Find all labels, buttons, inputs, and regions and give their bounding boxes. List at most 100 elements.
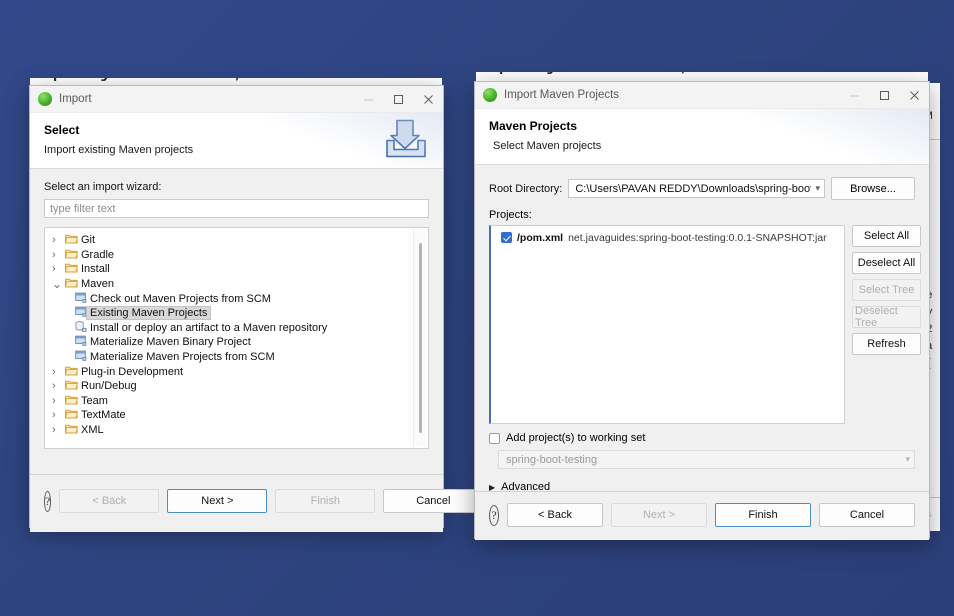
- banner-subtitle: Import existing Maven projects: [44, 144, 194, 156]
- finish-button[interactable]: Finish: [715, 503, 811, 527]
- tree-item-label: Existing Maven Projects: [85, 306, 212, 321]
- next-button[interactable]: Next >: [611, 503, 707, 527]
- working-set-combo[interactable]: spring-boot-testing ▾: [498, 450, 915, 469]
- root-directory-combo[interactable]: C:\Users\PAVAN REDDY\Downloads\spring-bo…: [568, 179, 825, 198]
- tree-item-label: Materialize Maven Projects from SCM: [90, 351, 275, 364]
- tree-item-label: Materialize Maven Binary Project: [90, 336, 251, 349]
- refresh-button[interactable]: Refresh: [852, 333, 921, 355]
- chevron-right-icon[interactable]: ›: [52, 380, 65, 392]
- maximize-icon[interactable]: [869, 82, 899, 108]
- cancel-button[interactable]: Cancel: [819, 503, 915, 527]
- back-button[interactable]: < Back: [59, 489, 160, 513]
- wizard-icon: [75, 306, 87, 320]
- root-directory-value: C:\Users\PAVAN REDDY\Downloads\spring-bo…: [575, 182, 812, 195]
- tree-item-category[interactable]: › Plug-in Development: [45, 364, 428, 379]
- deselect-tree-button[interactable]: Deselect Tree: [852, 305, 921, 329]
- deselect-all-button[interactable]: Deselect All: [852, 252, 921, 274]
- wizard-select-label: Select an import wizard:: [44, 181, 162, 193]
- tree-item-category[interactable]: ⌄ Maven: [45, 277, 428, 292]
- background-code-right: import java.util.List;: [480, 72, 689, 76]
- maven-dialog-title: Import Maven Projects: [504, 89, 620, 101]
- wizard-icon: [75, 335, 87, 349]
- tree-scrollbar[interactable]: [413, 229, 427, 447]
- root-directory-label: Root Directory:: [489, 182, 563, 195]
- tree-item-label: Gradle: [81, 248, 115, 261]
- working-set-value: spring-boot-testing: [506, 453, 598, 466]
- next-button[interactable]: Next >: [167, 489, 268, 513]
- chevron-down-icon: ▾: [905, 454, 910, 464]
- project-coordinates: net.javaguides:spring-boot-testing:0.0.1…: [568, 231, 827, 244]
- import-wizard-tree[interactable]: › Git › Gradle › Install ⌄ Maven Check out Maven…: [44, 227, 429, 449]
- filter-input[interactable]: type filter text: [44, 199, 429, 218]
- close-icon[interactable]: [899, 82, 929, 108]
- chevron-down-icon[interactable]: ⌄: [52, 278, 65, 290]
- maven-dialog-banner: Maven Projects Select Maven projects: [475, 109, 929, 165]
- tree-item-wizard[interactable]: Materialize Maven Projects from SCM: [45, 350, 428, 365]
- close-icon[interactable]: [413, 86, 443, 112]
- projects-list[interactable]: /pom.xml net.javaguides:spring-boot-test…: [489, 225, 845, 424]
- select-tree-button[interactable]: Select Tree: [852, 279, 921, 301]
- working-set-row[interactable]: Add project(s) to working set: [489, 432, 915, 444]
- tree-item-wizard[interactable]: Existing Maven Projects: [45, 306, 428, 321]
- desktop-background: import java.util.List; import java.util.…: [0, 0, 954, 616]
- tree-item-label: Install: [81, 263, 110, 276]
- projects-label: Projects:: [489, 209, 532, 221]
- chevron-right-icon[interactable]: ›: [52, 409, 65, 421]
- import-dialog-buttonbar: ? < Back Next > Finish Cancel: [30, 474, 484, 527]
- finish-button[interactable]: Finish: [275, 489, 376, 513]
- chevron-right-icon[interactable]: ›: [52, 366, 65, 378]
- folder-icon: [65, 394, 78, 408]
- eclipse-icon: [483, 88, 497, 102]
- tree-item-category[interactable]: › Gradle: [45, 248, 428, 263]
- banner-title: Maven Projects: [489, 119, 578, 133]
- tree-item-wizard[interactable]: Install or deploy an artifact to a Maven…: [45, 321, 428, 336]
- import-wizard-dialog: Import Select Import existing Maven proj…: [29, 85, 484, 532]
- chevron-right-icon[interactable]: ›: [52, 263, 65, 275]
- folder-icon: [65, 248, 78, 262]
- help-button[interactable]: ?: [489, 504, 499, 526]
- folder-icon: [65, 379, 78, 393]
- folder-icon: [65, 277, 78, 291]
- maven-dialog-buttonbar: ? < Back Next > Finish Cancel: [475, 491, 929, 538]
- maven-dialog-titlebar[interactable]: Import Maven Projects: [475, 82, 929, 109]
- chevron-right-icon[interactable]: ›: [52, 395, 65, 407]
- chevron-right-icon[interactable]: ›: [52, 234, 65, 246]
- tree-item-label: Run/Debug: [81, 380, 137, 393]
- maven-dialog-body: Root Directory: C:\Users\PAVAN REDDY\Dow…: [475, 165, 929, 540]
- project-checkbox[interactable]: [501, 232, 512, 243]
- list-item[interactable]: /pom.xml net.javaguides:spring-boot-test…: [491, 230, 844, 245]
- select-all-button[interactable]: Select All: [852, 225, 921, 247]
- projects-section: /pom.xml net.javaguides:spring-boot-test…: [489, 225, 921, 424]
- tree-item-wizard[interactable]: Check out Maven Projects from SCM: [45, 291, 428, 306]
- tree-item-category[interactable]: › Run/Debug: [45, 379, 428, 394]
- root-directory-row: Root Directory: C:\Users\PAVAN REDDY\Dow…: [489, 177, 915, 200]
- tree-item-category[interactable]: › Team: [45, 394, 428, 409]
- working-set-label: Add project(s) to working set: [506, 432, 646, 444]
- minimize-icon[interactable]: [839, 82, 869, 108]
- tree-item-label: TextMate: [81, 409, 126, 422]
- banner-title: Select: [44, 123, 80, 137]
- working-set-checkbox[interactable]: [489, 432, 500, 444]
- tree-item-category[interactable]: › XML: [45, 423, 428, 438]
- filter-input-placeholder: type filter text: [50, 202, 116, 215]
- help-button[interactable]: ?: [44, 490, 52, 512]
- maximize-icon[interactable]: [383, 86, 413, 112]
- tree-item-wizard[interactable]: Materialize Maven Binary Project: [45, 335, 428, 350]
- chevron-right-icon[interactable]: ›: [52, 249, 65, 261]
- import-dialog-titlebar[interactable]: Import: [30, 86, 443, 113]
- folder-icon: [65, 233, 78, 247]
- tree-item-label: Check out Maven Projects from SCM: [90, 292, 271, 305]
- back-button[interactable]: < Back: [507, 503, 603, 527]
- chevron-right-icon[interactable]: ›: [52, 424, 65, 436]
- browse-button[interactable]: Browse...: [831, 177, 915, 200]
- tree-item-label: Plug-in Development: [81, 365, 184, 378]
- cancel-button[interactable]: Cancel: [383, 489, 484, 513]
- import-wizard-icon: [383, 118, 429, 163]
- tree-item-category[interactable]: › Install: [45, 262, 428, 277]
- tree-item-label: XML: [81, 424, 104, 437]
- tree-item-category[interactable]: › TextMate: [45, 408, 428, 423]
- folder-icon: [65, 423, 78, 437]
- tree-item-category[interactable]: › Git: [45, 233, 428, 248]
- minimize-icon[interactable]: [353, 86, 383, 112]
- tree-scrollbar-thumb[interactable]: [419, 243, 422, 433]
